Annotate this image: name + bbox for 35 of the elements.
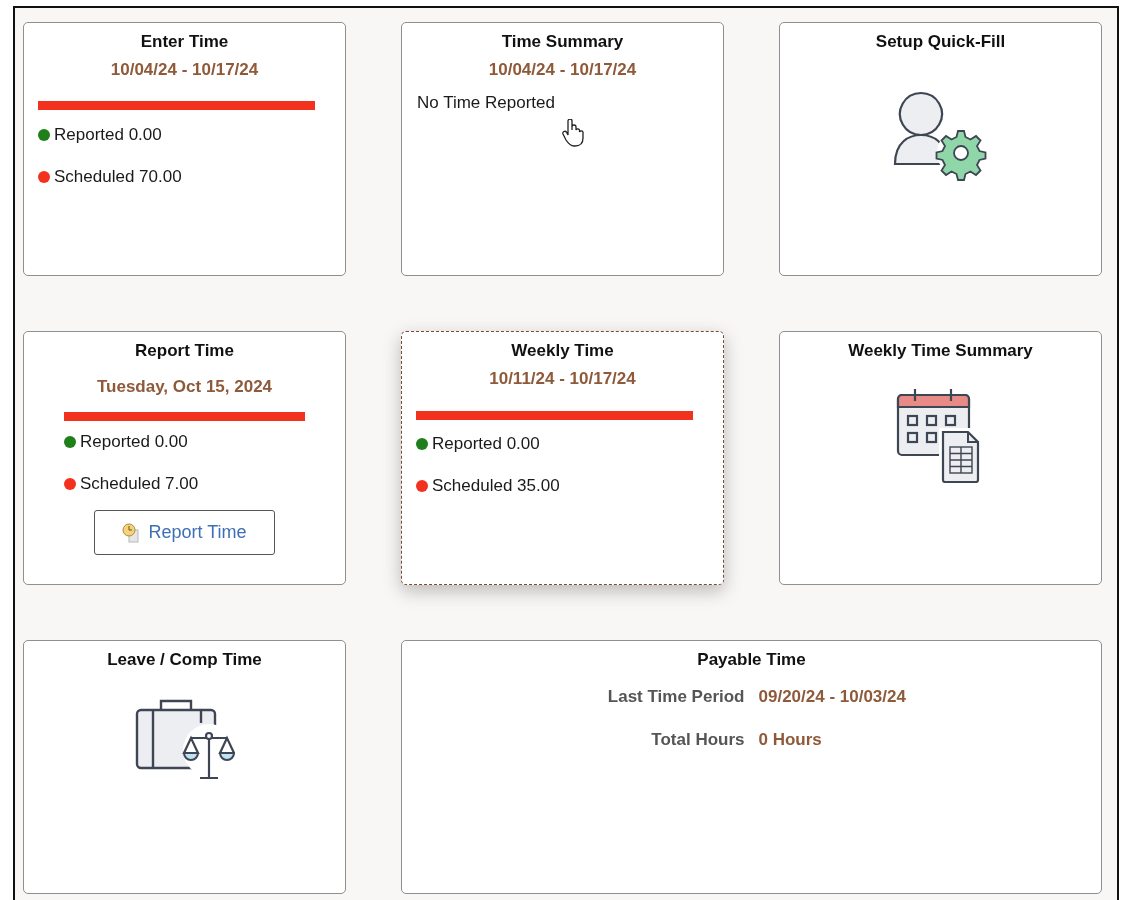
field-value: 09/20/24 - 10/03/24 bbox=[758, 687, 907, 707]
hand-cursor-icon bbox=[562, 119, 584, 147]
status-label: Reported 0.00 bbox=[80, 432, 188, 452]
status-label: Scheduled 70.00 bbox=[54, 167, 182, 187]
tile-card[interactable]: Payable Time Last Time Period 09/20/24 - 10/03/24 Total Hours 0 Hours bbox=[401, 640, 1102, 894]
report-time-button[interactable]: Report Time bbox=[94, 510, 275, 555]
tile-title: Enter Time bbox=[140, 32, 229, 52]
date-range: 10/11/24 - 10/17/24 bbox=[489, 369, 636, 389]
date-range: 10/04/24 - 10/17/24 bbox=[488, 60, 637, 80]
empty-message: No Time Reported bbox=[417, 93, 555, 113]
tile-title: Payable Time bbox=[697, 650, 806, 670]
tile-title: Weekly Time bbox=[511, 341, 614, 361]
tile-title: Leave / Comp Time bbox=[107, 650, 262, 670]
status-label: Scheduled 7.00 bbox=[80, 474, 199, 494]
tile-card[interactable]: Weekly Time 10/11/24 - 10/17/24 Reported 0.00 Scheduled 35.00 bbox=[401, 331, 724, 585]
tile-card[interactable]: Weekly Time Summary bbox=[779, 331, 1102, 585]
tile-card[interactable]: Time Summary 10/04/24 - 10/17/24 No Time Reported bbox=[401, 22, 724, 276]
tile-card[interactable]: Setup Quick-Fill bbox=[779, 22, 1102, 276]
tile-card[interactable]: Report Time Tuesday, Oct 15, 2024 Reported 0.00 Scheduled 7.00 Report Time bbox=[23, 331, 346, 585]
date-range: 10/04/24 - 10/17/24 bbox=[110, 60, 259, 80]
status-label: Scheduled 35.00 bbox=[432, 476, 560, 496]
field-label: Total Hours bbox=[650, 730, 745, 750]
briefcase-scales-icon bbox=[134, 698, 235, 780]
date: Tuesday, Oct 15, 2024 bbox=[96, 377, 273, 397]
tile-card[interactable]: Enter Time 10/04/24 - 10/17/24 Reported 0.00 Scheduled 70.00 bbox=[23, 22, 346, 276]
tile-title: Weekly Time Summary bbox=[848, 341, 1033, 361]
status-label: Reported 0.00 bbox=[432, 434, 540, 454]
status-label: Reported 0.00 bbox=[54, 125, 162, 145]
tile-title: Setup Quick-Fill bbox=[875, 32, 1006, 52]
field-label: Last Time Period bbox=[606, 687, 745, 707]
field-value: 0 Hours bbox=[758, 730, 823, 750]
tile-title: Time Summary bbox=[501, 32, 624, 52]
tile-title: Report Time bbox=[135, 341, 234, 361]
tile-card[interactable]: Leave / Comp Time bbox=[23, 640, 346, 894]
clock-document-icon bbox=[122, 522, 141, 543]
